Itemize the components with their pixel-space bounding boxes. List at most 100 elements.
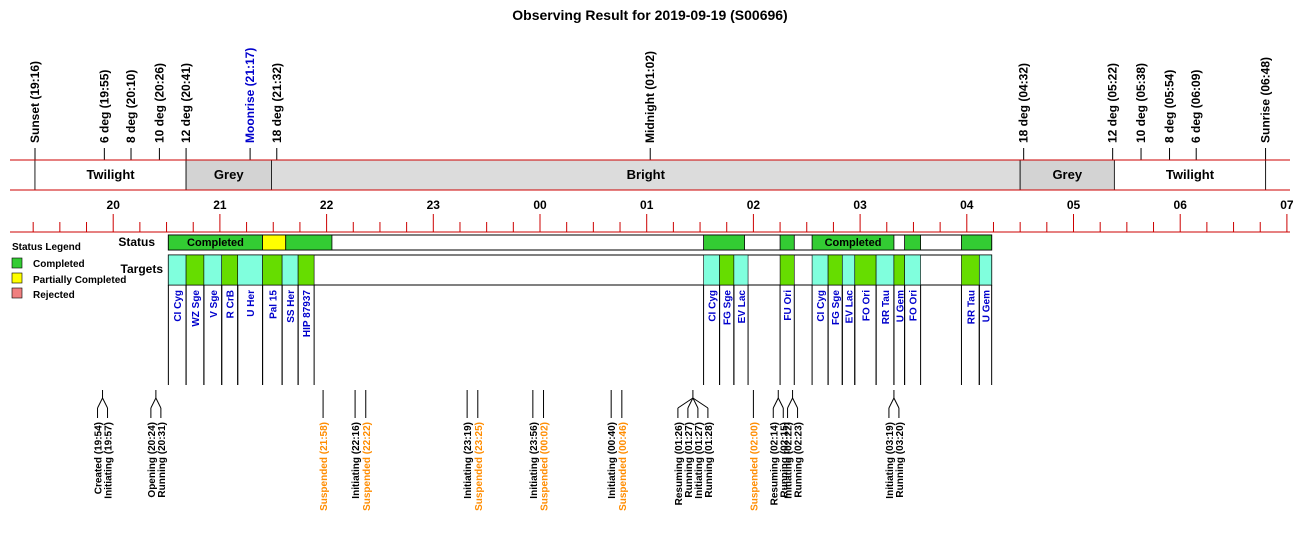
target-name-pal-15: Pal 15 xyxy=(268,290,279,319)
log-connector-0-1 xyxy=(102,397,108,409)
target-name-ci-cyg: CI Cyg xyxy=(708,290,719,322)
log-connector-1-0 xyxy=(150,397,157,409)
log-connector-14-1 xyxy=(792,397,799,409)
log-label-suspended-22-22: Suspended (22:22) xyxy=(362,422,373,511)
hour-label-22: 22 xyxy=(320,198,334,212)
target-name-u-her: U Her xyxy=(246,290,257,317)
target-segment-7 xyxy=(297,254,315,286)
status-segment-6 xyxy=(904,234,921,251)
sky-band-label-2: Bright xyxy=(627,167,666,182)
hour-label-06: 06 xyxy=(1174,198,1188,212)
log-label-suspended-00-46: Suspended (00:46) xyxy=(618,422,629,511)
event-label-6-deg-06-09: 6 deg (06:09) xyxy=(1189,70,1203,143)
log-connector-0-0 xyxy=(97,397,103,409)
log-label-running-20-31: Running (20:31) xyxy=(157,422,168,498)
log-label-suspended-00-02: Suspended (00:02) xyxy=(540,422,551,511)
hour-label-02: 02 xyxy=(747,198,761,212)
log-label-running-03-20: Running (03:20) xyxy=(895,422,906,498)
target-segment-12 xyxy=(811,254,829,286)
hour-label-00: 00 xyxy=(533,198,547,212)
event-label-moonrise-21-17: Moonrise (21:17) xyxy=(243,48,257,143)
target-segment-17 xyxy=(893,254,905,286)
log-connector-13-0 xyxy=(772,397,779,409)
log-label-initiating-19-57: Initiating (19:57) xyxy=(104,422,115,499)
target-segment-15 xyxy=(854,254,877,286)
log-label-initiating-23-56: Initiating (23:56) xyxy=(529,422,540,499)
target-segment-18 xyxy=(904,254,921,286)
target-segment-16 xyxy=(875,254,895,286)
target-segment-19 xyxy=(961,254,980,286)
hour-label-20: 20 xyxy=(107,198,121,212)
status-segment-7 xyxy=(961,234,993,251)
target-segment-3 xyxy=(221,254,239,286)
status-segment-1 xyxy=(262,234,287,251)
log-label-running-01-28: Running (01:28) xyxy=(704,422,715,498)
log-label-initiating-23-19: Initiating (23:19) xyxy=(463,422,474,499)
log-connector-14-0 xyxy=(787,397,794,409)
log-label-suspended-23-25: Suspended (23:25) xyxy=(474,422,485,511)
target-segment-6 xyxy=(281,254,299,286)
target-name-fg-sge: FG Sge xyxy=(831,290,842,325)
target-name-r-crb: R CrB xyxy=(226,290,237,318)
target-name-v-sge: V Sge xyxy=(209,290,220,318)
legend-swatch-rejected xyxy=(11,287,23,299)
log-connector-13-1 xyxy=(777,397,784,409)
target-segment-14 xyxy=(841,254,856,286)
target-name-rr-tau: RR Tau xyxy=(966,290,977,324)
event-label-18-deg-04-32: 18 deg (04:32) xyxy=(1017,63,1031,143)
target-name-ci-cyg: CI Cyg xyxy=(173,290,184,322)
legend-swatch-completed xyxy=(11,257,23,269)
target-name-wz-sge: WZ Sge xyxy=(191,290,202,327)
target-segment-9 xyxy=(719,254,735,286)
target-name-fu-ori: FU Ori xyxy=(783,290,794,321)
target-name-ev-lac: EV Lac xyxy=(845,290,856,324)
sky-band-label-0: Twilight xyxy=(86,167,135,182)
status-segment-label-5: Completed xyxy=(825,237,882,249)
log-label-suspended-02-00: Suspended (02:00) xyxy=(749,422,760,511)
legend-label-rejected: Rejected xyxy=(33,290,75,301)
sky-band-label-4: Twilight xyxy=(1166,167,1215,182)
target-segment-13 xyxy=(827,254,843,286)
target-name-fg-sge: FG Sge xyxy=(723,290,734,325)
target-segment-0 xyxy=(168,254,187,286)
target-segment-11 xyxy=(779,254,795,286)
event-label-10-deg-20-26: 10 deg (20:26) xyxy=(152,63,166,143)
event-label-sunrise-06-48: Sunrise (06:48) xyxy=(1259,57,1273,143)
sky-band-label-1: Grey xyxy=(214,167,244,182)
hour-label-03: 03 xyxy=(853,198,867,212)
hour-label-21: 21 xyxy=(213,198,227,212)
sky-band-label-3: Grey xyxy=(1052,167,1082,182)
status-segment-3 xyxy=(703,234,745,251)
target-segment-1 xyxy=(185,254,205,286)
status-row-label: Status xyxy=(118,235,155,249)
event-label-6-deg-19-55: 6 deg (19:55) xyxy=(97,70,111,143)
event-label-8-deg-05-54: 8 deg (05:54) xyxy=(1163,70,1177,143)
targets-row-label: Targets xyxy=(121,262,164,276)
status-segment-label-0: Completed xyxy=(187,237,244,249)
target-name-ci-cyg: CI Cyg xyxy=(816,290,827,322)
status-segment-2 xyxy=(285,234,333,251)
log-label-running-02-23: Running (02:23) xyxy=(794,422,805,498)
legend-label-completed: Completed xyxy=(33,259,85,270)
target-name-fo-ori: FO Ori xyxy=(861,290,872,321)
target-segment-2 xyxy=(203,254,223,286)
targets-row: CI Cyg WZ Sge V Sge R CrB U Her Pal 15 SS Her H… xyxy=(167,254,992,385)
chart-title: Observing Result for 2019-09-19 (S00696) xyxy=(512,7,787,23)
hour-label-05: 05 xyxy=(1067,198,1081,212)
event-label-8-deg-20-10: 8 deg (20:10) xyxy=(124,70,138,143)
hour-label-23: 23 xyxy=(427,198,441,212)
hour-label-07: 07 xyxy=(1280,198,1294,212)
target-name-rr-tau: RR Tau xyxy=(881,290,892,324)
log-connector-1-1 xyxy=(155,397,162,409)
event-label-18-deg-21-32: 18 deg (21:32) xyxy=(270,63,284,143)
status-row: Completed Completed xyxy=(167,234,993,251)
status-legend: Status Legend Completed Partially Comple… xyxy=(11,242,126,301)
event-label-10-deg-05-38: 10 deg (05:38) xyxy=(1134,63,1148,143)
target-segment-20 xyxy=(978,254,992,286)
log-label-suspended-21-58: Suspended (21:58) xyxy=(319,422,330,511)
target-name-ev-lac: EV Lac xyxy=(737,290,748,324)
log-connector-15-0 xyxy=(888,397,895,409)
legend-label-partial: Partially Completed xyxy=(33,275,126,286)
target-name-ss-her: SS Her xyxy=(286,290,297,323)
target-segment-10 xyxy=(733,254,749,286)
